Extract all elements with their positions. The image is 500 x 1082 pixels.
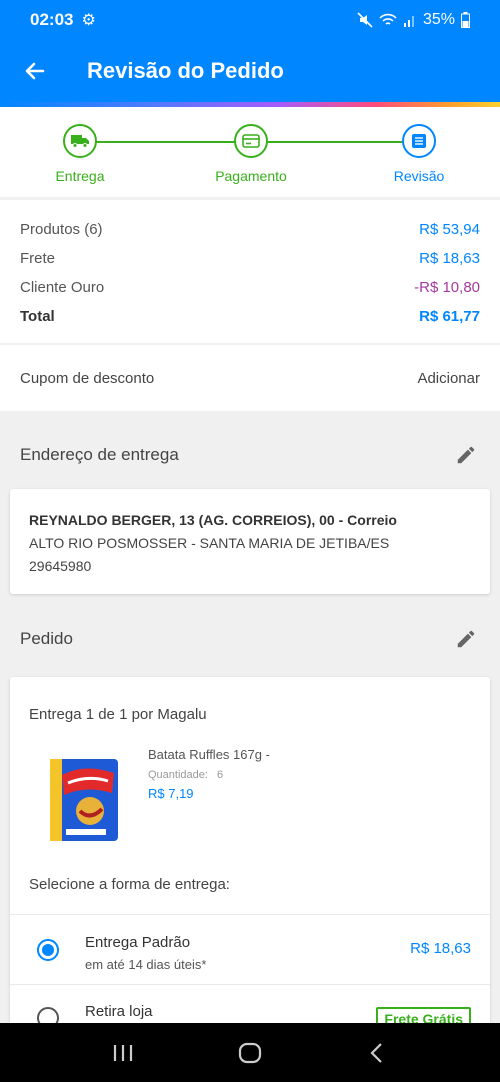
address-card: REYNALDO BERGER, 13 (AG. CORREIOS), 00 -… [10,489,490,594]
step-entrega-label: Entrega [55,168,105,184]
pickup-option-name: Retira loja [85,1003,153,1020]
step-entrega[interactable]: Entrega [25,124,135,184]
delivery-title: Entrega 1 de 1 por Magalu [29,706,207,723]
step-pagamento[interactable]: Pagamento [196,124,306,184]
battery-percent: 35% [422,11,455,28]
products-label: Produtos (6) [20,221,103,238]
back-arrow-icon [25,62,45,80]
signal-icon [403,16,414,27]
battery-icon [461,12,470,28]
address-section-title: Endereço de entrega [20,445,179,464]
product-name: Batata Ruffles 167g - [148,747,270,762]
address-zip: 29645980 [29,558,92,574]
shipping-label: Frete [20,250,56,267]
gold-value: -R$ 10,80 [414,279,480,296]
step-pagamento-circle [234,124,268,158]
standard-option-eta: em até 14 dias úteis* [85,957,207,972]
home-button[interactable] [220,1033,280,1073]
recent-apps-icon [114,1044,133,1061]
product-price: R$ 7,19 [148,786,194,801]
chevron-left-icon [370,1042,382,1063]
add-coupon-button[interactable]: Adicionar [417,370,480,387]
summary-products-row: Produtos (6) R$ 53,94 [20,215,480,244]
product-image [50,759,118,841]
total-value: R$ 61,77 [419,308,480,325]
order-summary: Produtos (6) R$ 53,94 Frete R$ 18,63 Cli… [0,200,500,343]
standard-option-name: Entrega Padrão [85,934,191,951]
recent-apps-button[interactable] [93,1033,153,1073]
step-entrega-circle [63,124,97,158]
products-value: R$ 53,94 [419,221,480,238]
product-quantity: Quantidade: 6 [148,769,223,781]
wifi-icon [379,13,397,25]
delivery-option-standard[interactable]: Entrega Padrão em até 14 dias úteis* R$ … [10,914,490,984]
summary-total-row: Total R$ 61,77 [20,302,480,331]
back-nav-button[interactable] [347,1033,407,1073]
system-navigation-bar [0,1023,500,1082]
mute-icon [357,12,373,28]
total-label: Total [20,308,55,325]
summary-shipping-row: Frete R$ 18,63 [20,244,480,273]
address-section-header: Endereço de entrega [0,425,500,485]
pencil-icon [457,630,475,648]
step-pagamento-label: Pagamento [215,168,287,184]
status-bar: 02:03 ⚙ 35% [0,0,500,40]
step-revisao-circle [402,124,436,158]
order-section-header: Pedido [0,609,500,669]
card-icon [242,134,260,148]
product-item: Batata Ruffles 167g - Quantidade: 6 R$ 7… [29,741,469,851]
settings-gear-icon: ⚙ [81,12,96,29]
list-icon [412,134,426,148]
coupon-label: Cupom de desconto [20,369,155,387]
standard-radio[interactable] [37,939,59,961]
quantity-value: 6 [217,769,224,781]
step-revisao[interactable]: Revisão [364,124,474,184]
address-line-2: ALTO RIO POSMOSSER - SANTA MARIA DE JETI… [29,535,390,551]
shipping-value: R$ 18,63 [419,250,480,267]
step-revisao-label: Revisão [393,168,445,184]
checkout-stepper: Entrega Pagamento Revisão [0,107,500,197]
gold-label: Cliente Ouro [20,279,105,296]
coupon-row: Cupom de desconto Adicionar [0,345,500,411]
back-button[interactable] [0,40,70,102]
summary-gold-row: Cliente Ouro -R$ 10,80 [20,273,480,302]
edit-order-button[interactable] [452,625,480,653]
order-section-title: Pedido [20,629,73,648]
status-time: 02:03 [30,10,74,29]
address-line-1: REYNALDO BERGER, 13 (AG. CORREIOS), 00 -… [29,512,397,528]
pencil-icon [457,446,475,464]
order-card: Entrega 1 de 1 por Magalu Batata Ruffles… [10,677,490,1037]
status-icons: 35% [357,11,470,29]
home-icon [238,1042,262,1063]
standard-option-price: R$ 18,63 [410,940,471,957]
truck-icon [71,135,89,148]
app-bar: Revisão do Pedido [0,40,500,102]
page-title: Revisão do Pedido [87,58,284,83]
quantity-label: Quantidade: [148,769,208,781]
delivery-method-label: Selecione a forma de entrega: [29,876,230,893]
edit-address-button[interactable] [452,441,480,469]
